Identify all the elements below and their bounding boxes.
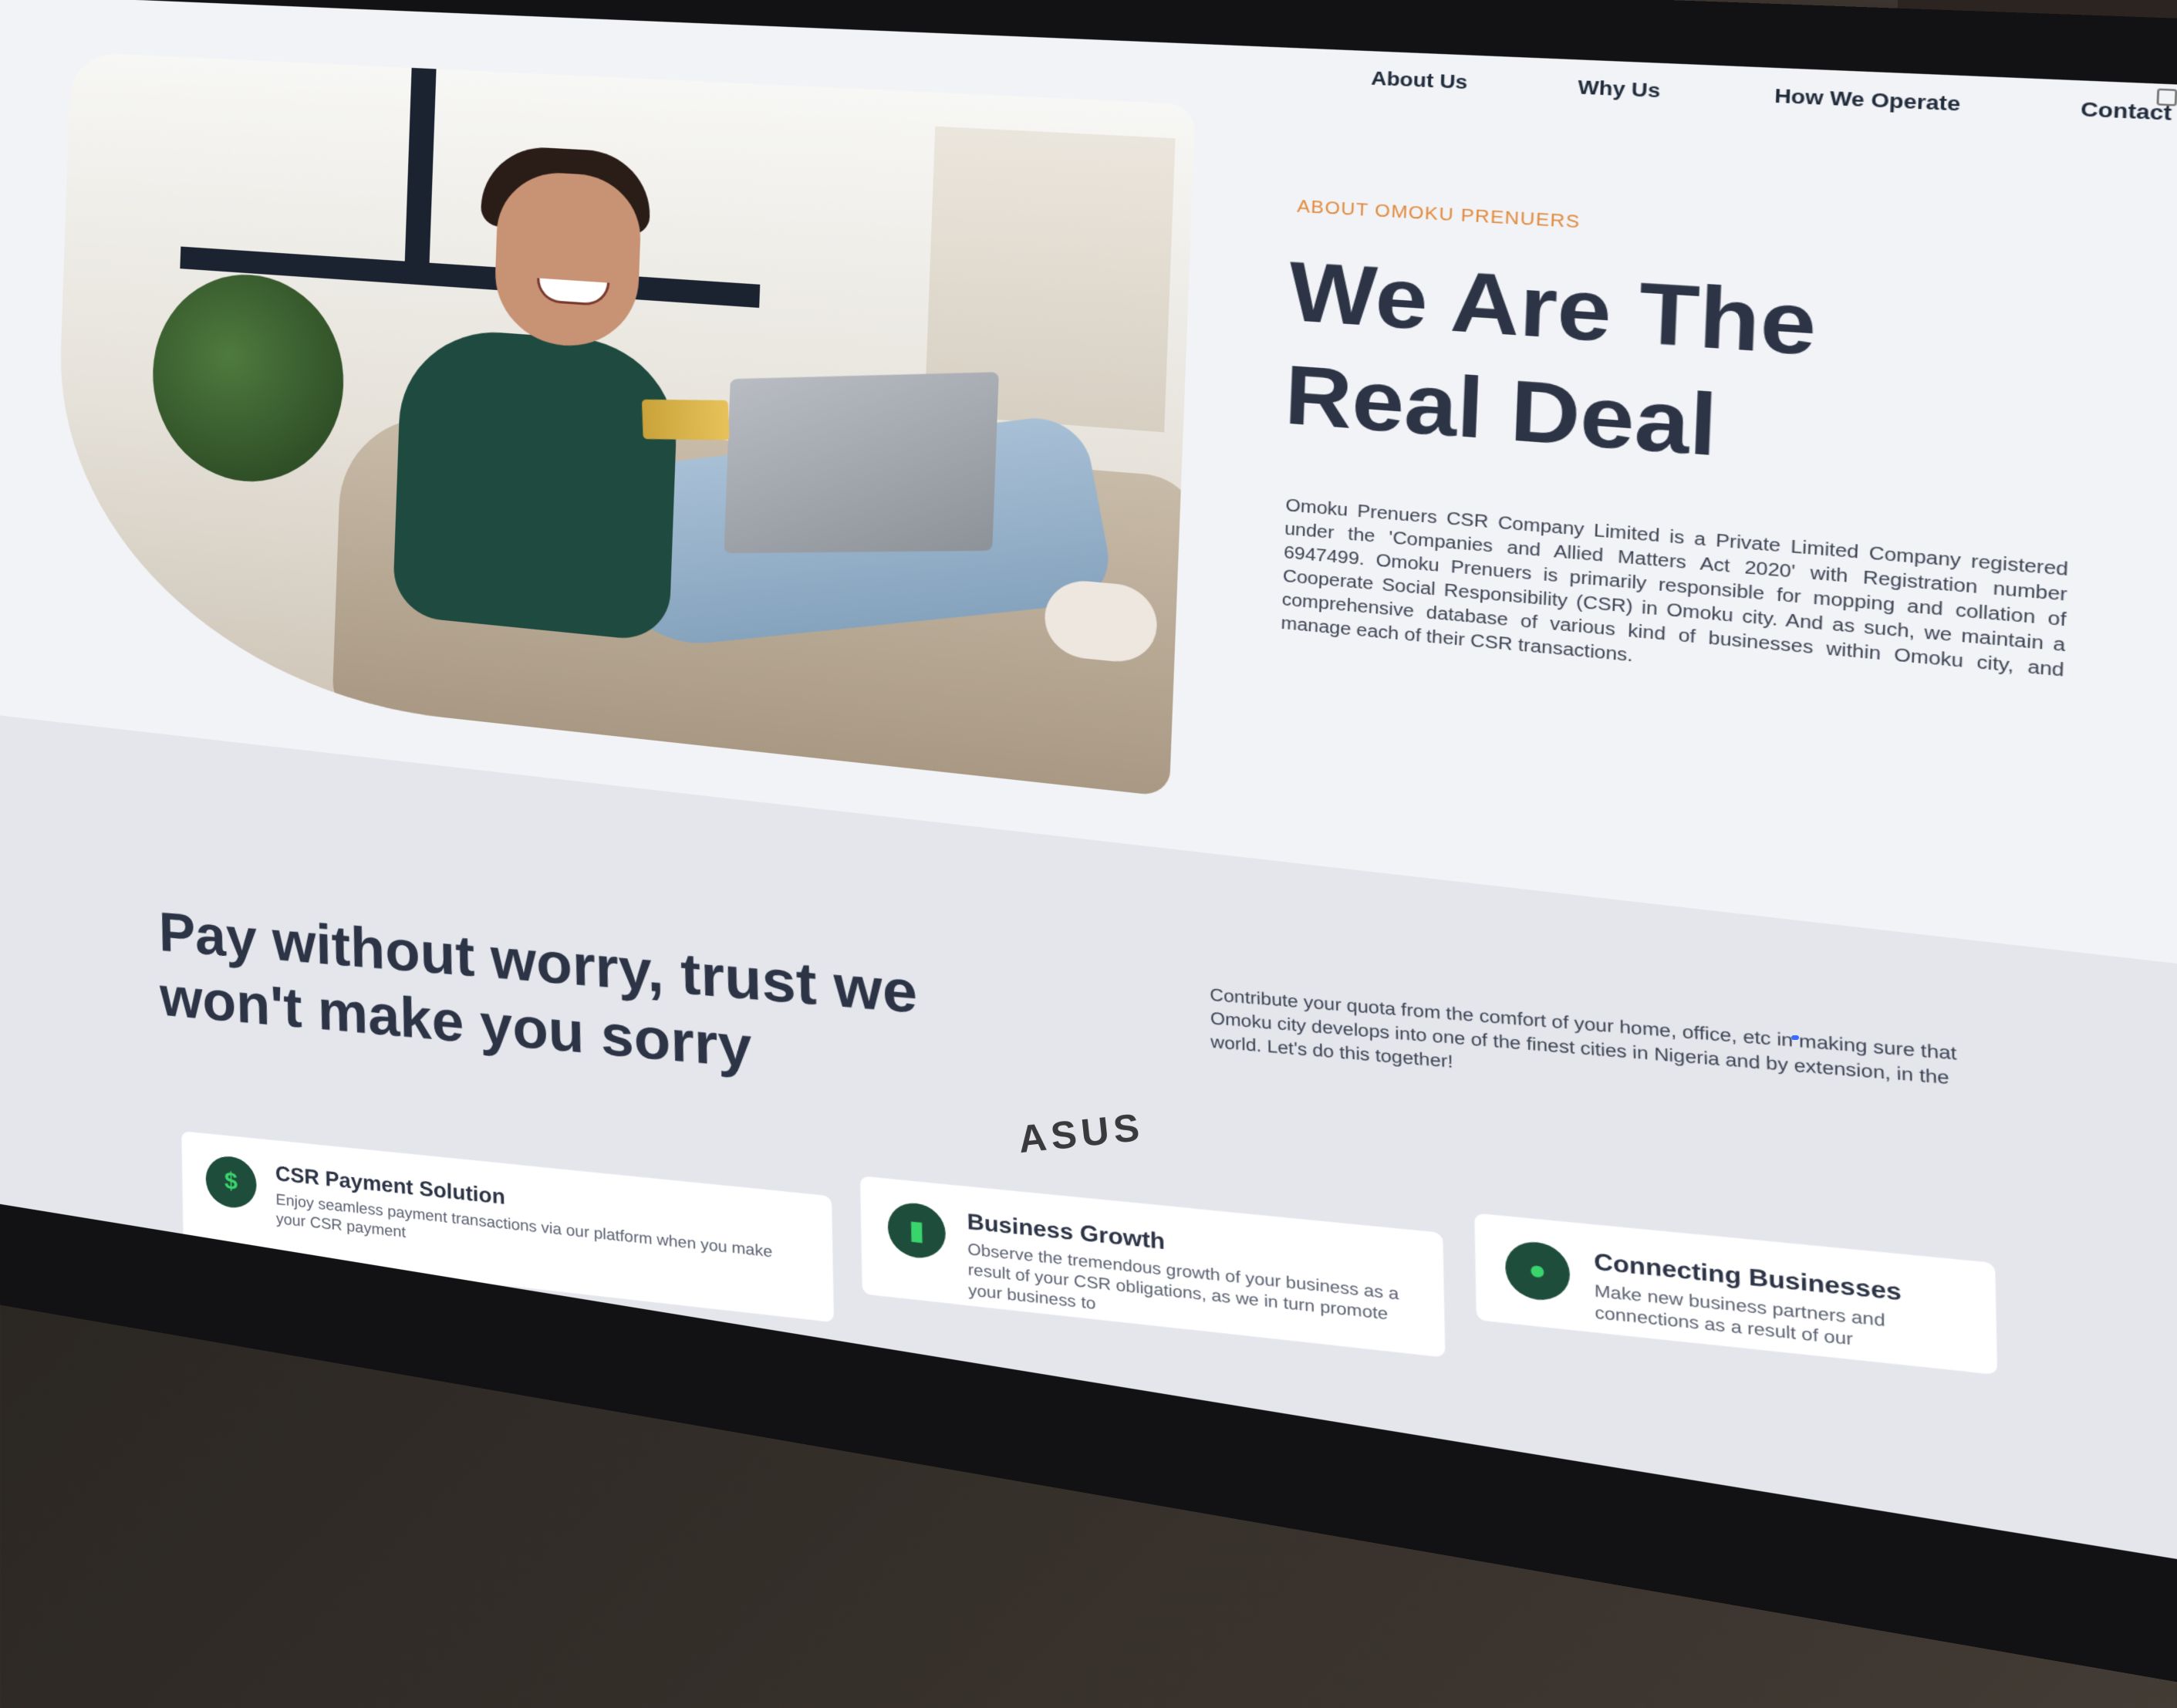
- hero-photo: [50, 52, 1196, 797]
- nav-how-we-operate[interactable]: How We Operate: [1774, 84, 1961, 116]
- person-sweater: [392, 326, 679, 643]
- people-icon: ●: [1505, 1239, 1571, 1303]
- nav-contact-us[interactable]: Contact Us: [2080, 97, 2177, 127]
- top-nav: About Us Why Us How We Operate Contact U…: [1371, 67, 2177, 127]
- window-frame: [404, 68, 437, 279]
- power-led: [1791, 1035, 1799, 1040]
- laptop: [724, 372, 998, 553]
- website-screen: About Us Why Us How We Operate Contact U…: [0, 0, 2177, 1569]
- house-plant: [150, 268, 347, 489]
- person-face: [493, 170, 643, 351]
- nav-why-us[interactable]: Why Us: [1578, 76, 1661, 103]
- monitor: About Us Why Us How We Operate Contact U…: [0, 0, 2177, 1708]
- credit-card: [642, 400, 730, 441]
- about-description: Omoku Prenuers CSR Company Limited is a …: [1281, 495, 2069, 709]
- chart-icon: ▮: [887, 1200, 946, 1261]
- about-title: We Are The Real Deal: [1283, 241, 2009, 502]
- section-eyebrow: ABOUT OMOKU PRENUERS: [1297, 197, 1581, 233]
- dollar-icon: $: [205, 1154, 257, 1210]
- nav-about-us[interactable]: About Us: [1371, 67, 1468, 94]
